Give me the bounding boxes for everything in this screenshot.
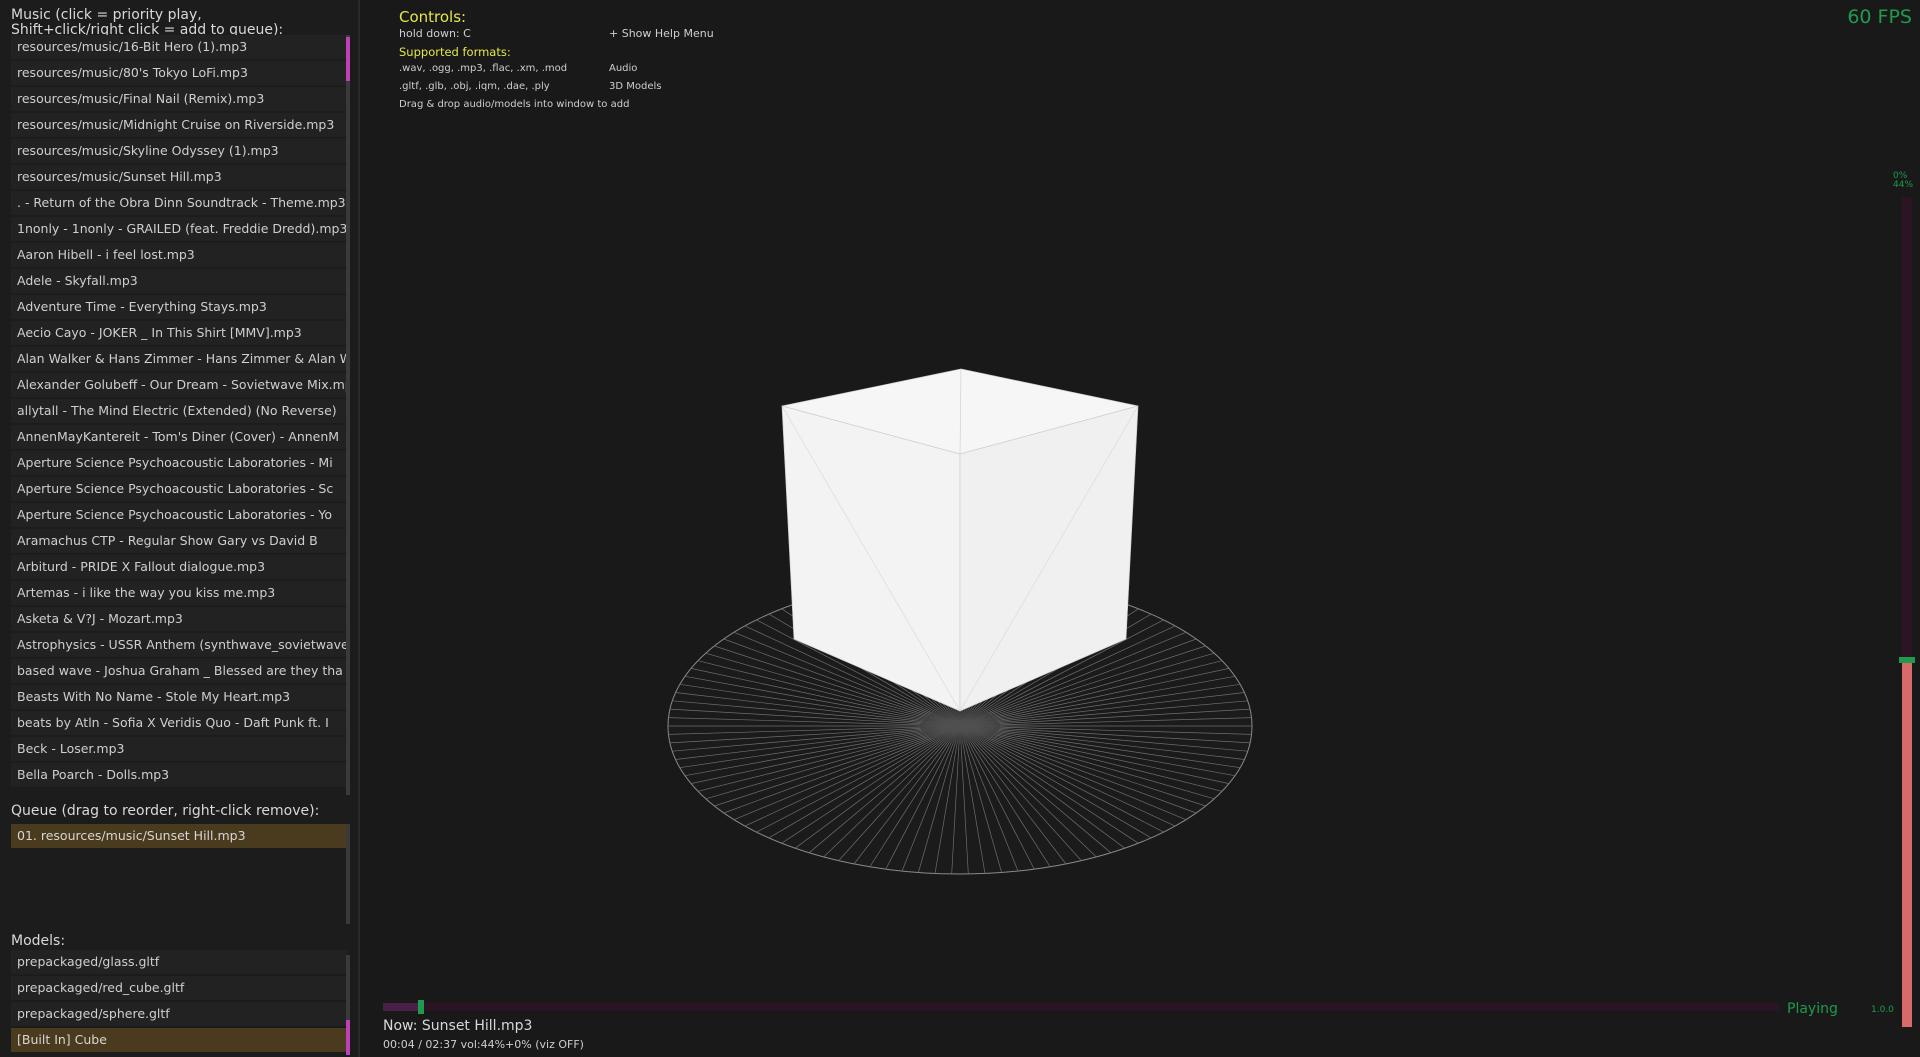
playback-status-value: 1.0.0 [1871,1005,1894,1015]
music-header-line1: Music (click = priority play, [11,7,202,23]
music-list-item[interactable]: allytall - The Mind Electric (Extended) … [11,399,347,423]
music-list-item[interactable]: Alan Walker & Hans Zimmer - Hans Zimmer … [11,347,347,371]
progress-bar[interactable] [383,1003,1779,1011]
playback-status: Playing [1787,1001,1838,1017]
model-list-item[interactable]: prepackaged/sphere.gltf [11,1002,347,1026]
fps-counter: 60 FPS [1847,6,1912,28]
music-list-item[interactable]: Beck - Loser.mp3 [11,737,347,761]
music-list-item[interactable]: . - Return of the Obra Dinn Soundtrack -… [11,191,347,215]
music-list-item[interactable]: resources/music/Sunset Hill.mp3 [11,165,347,189]
model-label: 3D Models [609,81,662,92]
dragdrop-hint: Drag & drop audio/models into window to … [399,99,630,110]
music-list-item[interactable]: Adventure Time - Everything Stays.mp3 [11,295,347,319]
music-list-item[interactable]: resources/music/Midnight Cruise on River… [11,113,347,137]
music-list-item[interactable]: Aaron Hibell - i feel lost.mp3 [11,243,347,267]
disk-center [920,708,1000,744]
progress-knob[interactable] [418,1000,424,1014]
volume-meter-fill [1902,662,1912,1027]
music-scroll-thumb[interactable] [346,37,350,81]
progress-fill [383,1003,418,1011]
music-list-item[interactable]: AnnenMayKantereit - Tom's Diner (Cover) … [11,425,347,449]
music-list-item[interactable]: Arbiturd - PRIDE X Fallout dialogue.mp3 [11,555,347,579]
queue-scrollbar[interactable] [346,824,350,924]
models-scroll-thumb[interactable] [346,1020,350,1055]
music-list-item[interactable]: resources/music/16-Bit Hero (1).mp3 [11,35,347,59]
audio-label: Audio [609,63,638,74]
music-list-item[interactable]: resources/music/Skyline Odyssey (1).mp3 [11,139,347,163]
formats-title: Supported formats: [399,45,511,59]
music-list-item[interactable]: Aecio Cayo - JOKER _ In This Shirt [MMV]… [11,321,347,345]
music-list-item[interactable]: Asketa & V?J - Mozart.mp3 [11,607,347,631]
music-list-item[interactable]: resources/music/Final Nail (Remix).mp3 [11,87,347,111]
model-list-item[interactable]: [Built In] Cube [11,1028,347,1052]
sidebar: Music (click = priority play, Shift+clic… [0,0,360,1057]
model-list-item[interactable]: prepackaged/red_cube.gltf [11,976,347,1000]
playback-info: 00:04 / 02:37 vol:44%+0% (viz OFF) [383,1038,584,1051]
queue-header: Queue (drag to reorder, right-click remo… [11,803,320,819]
music-list-item[interactable]: Adele - Skyfall.mp3 [11,269,347,293]
volume-meter-knob[interactable] [1899,657,1915,663]
music-list-item[interactable]: Beasts With No Name - Stole My Heart.mp3 [11,685,347,709]
audio-extensions: .wav, .ogg, .mp3, .flac, .xm, .mod [399,63,568,74]
controls-title: Controls: [399,8,467,26]
music-list-item[interactable]: Aperture Science Psychoacoustic Laborato… [11,451,347,475]
music-list-item[interactable]: Aperture Science Psychoacoustic Laborato… [11,477,347,501]
controls-hold-action: + Show Help Menu [609,27,714,40]
controls-hold-key: hold down: C [399,27,471,40]
music-list-item[interactable]: Artemas - i like the way you kiss me.mp3 [11,581,347,605]
model-extensions: .gltf, .glb, .obj, .iqm, .dae, .ply [399,81,550,92]
music-list-item[interactable]: Aperture Science Psychoacoustic Laborato… [11,503,347,527]
models-list: prepackaged/glass.gltf prepackaged/red_cu… [11,950,347,1054]
music-list-item[interactable]: resources/music/80's Tokyo LoFi.mp3 [11,61,347,85]
music-list-item[interactable]: Bella Poarch - Dolls.mp3 [11,763,347,787]
music-list-item[interactable]: beats by Atln - Sofia X Veridis Quo - Da… [11,711,347,735]
scene-canvas [667,368,1253,875]
queue-list: 01. resources/music/Sunset Hill.mp3 [11,824,347,850]
queue-list-item[interactable]: 01. resources/music/Sunset Hill.mp3 [11,824,347,848]
meter-top-label2: 44% [1893,180,1914,190]
music-scrollbar[interactable] [346,35,350,795]
3d-viewport[interactable]: Controls: hold down: C + Show Help Menu … [360,0,1920,1057]
music-list-item[interactable]: Astrophysics - USSR Anthem (synthwave_so… [11,633,347,657]
music-list: resources/music/16-Bit Hero (1).mp3 resou… [11,35,347,789]
music-list-item[interactable]: Aramachus CTP - Regular Show Gary vs Dav… [11,529,347,553]
now-playing: Now: Sunset Hill.mp3 [383,1018,533,1034]
music-list-item[interactable]: Alexander Golubeff - Our Dream - Sovietw… [11,373,347,397]
music-list-item[interactable]: 1nonly - 1nonly - GRAILED (feat. Freddie… [11,217,347,241]
music-list-item[interactable]: based wave - Joshua Graham _ Blessed are… [11,659,347,683]
model-list-item[interactable]: prepackaged/glass.gltf [11,950,347,974]
models-header: Models: [11,933,66,949]
